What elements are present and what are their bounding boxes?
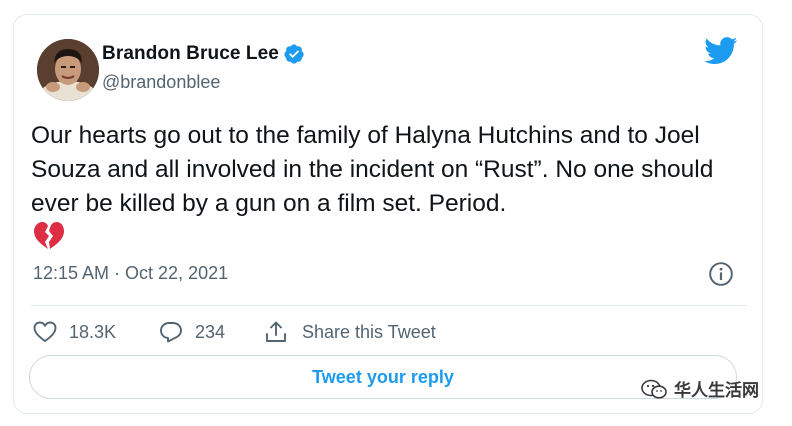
heart-outline-icon bbox=[33, 321, 57, 343]
share-button[interactable]: Share this Tweet bbox=[264, 320, 436, 344]
author-handle[interactable]: @brandonblee bbox=[102, 72, 220, 93]
watermark-text: 华人生活网 bbox=[674, 381, 759, 400]
tweet-card: Brandon Bruce Lee @brandonblee Our heart… bbox=[13, 14, 763, 414]
like-count: 18.3K bbox=[69, 321, 117, 342]
reply-count: 234 bbox=[195, 321, 226, 342]
share-label: Share this Tweet bbox=[302, 321, 436, 342]
tweet-timestamp[interactable]: 12:15 AM · Oct 22, 2021 bbox=[33, 263, 228, 284]
wechat-icon bbox=[641, 379, 667, 399]
info-icon[interactable] bbox=[708, 261, 734, 287]
reply-count-button[interactable]: 234 bbox=[159, 321, 264, 343]
divider bbox=[31, 305, 747, 306]
like-button[interactable]: 18.3K bbox=[33, 321, 159, 343]
author-display-name[interactable]: Brandon Bruce Lee bbox=[102, 43, 279, 65]
watermark: 华人生活网 bbox=[640, 376, 759, 401]
share-upload-icon bbox=[266, 321, 286, 342]
broken-heart-icon bbox=[33, 221, 65, 251]
tweet-text: Our hearts go out to the family of Halyn… bbox=[31, 122, 714, 217]
tweet-actions: 18.3K 234 Share this Tweet bbox=[33, 315, 436, 349]
author-name-row: Brandon Bruce Lee bbox=[102, 41, 305, 67]
avatar-photo bbox=[37, 39, 99, 101]
twitter-bird-icon[interactable] bbox=[704, 37, 738, 65]
verified-badge-icon bbox=[283, 43, 305, 65]
tweet-your-reply-button[interactable]: Tweet your reply bbox=[29, 355, 737, 399]
page: Brandon Bruce Lee @brandonblee Our heart… bbox=[0, 0, 792, 426]
avatar[interactable] bbox=[37, 39, 99, 101]
speech-bubble-icon bbox=[160, 322, 182, 343]
